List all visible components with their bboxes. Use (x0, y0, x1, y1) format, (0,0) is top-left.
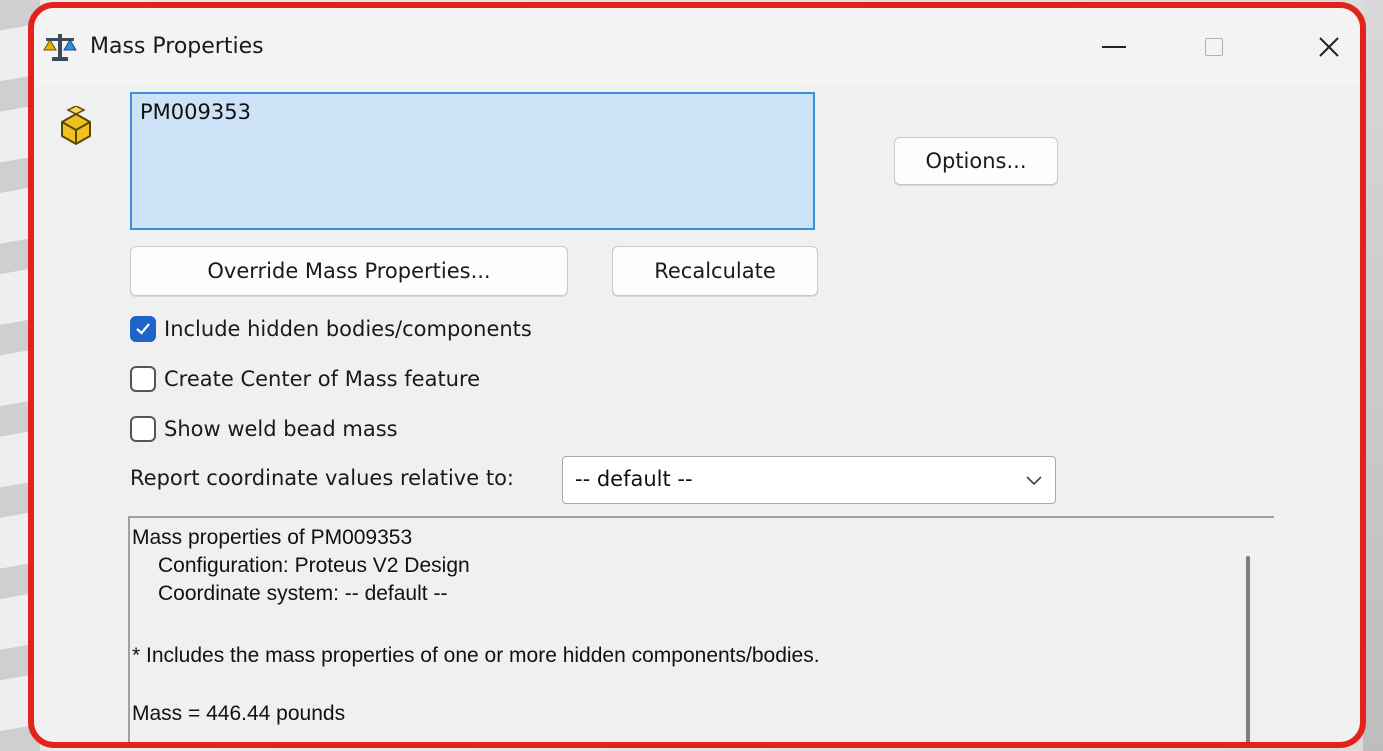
checkbox-unchecked[interactable] (130, 416, 156, 442)
maximize-icon (1205, 38, 1223, 56)
background-right (1363, 0, 1383, 751)
selection-list[interactable]: PM009353 (130, 92, 815, 230)
results-line: Configuration: Proteus V2 Design (158, 554, 470, 577)
create-center-of-mass-checkbox[interactable]: Create Center of Mass feature (130, 366, 480, 392)
results-line: Mass = 446.44 pounds (132, 702, 346, 725)
minimize-icon (1102, 46, 1126, 48)
dropdown-value: -- default -- (575, 467, 693, 491)
options-button[interactable]: Options... (894, 137, 1058, 185)
checkbox-unchecked[interactable] (130, 366, 156, 392)
results-text-area[interactable]: Mass properties of PM009353 Configuratio… (128, 516, 1274, 742)
mass-properties-dialog: Mass Properties PM009353 Options... Over… (28, 2, 1366, 748)
checkbox-checked[interactable] (130, 316, 156, 342)
scale-icon (43, 34, 77, 61)
results-line: Mass properties of PM009353 (132, 526, 413, 549)
minimize-button[interactable] (1084, 22, 1144, 72)
show-weld-bead-label: Show weld bead mass (164, 417, 398, 441)
results-line: Coordinate system: -- default -- (158, 582, 448, 605)
include-hidden-checkbox[interactable]: Include hidden bodies/components (130, 316, 532, 342)
title-bar[interactable]: Mass Properties (34, 8, 1360, 86)
coordinate-system-dropdown[interactable]: -- default -- (562, 456, 1056, 504)
include-hidden-label: Include hidden bodies/components (164, 317, 532, 341)
selected-part[interactable]: PM009353 (140, 100, 251, 124)
scrollbar-thumb[interactable] (1246, 556, 1250, 742)
override-mass-properties-button[interactable]: Override Mass Properties... (130, 246, 568, 296)
window-title: Mass Properties (90, 34, 264, 59)
close-button[interactable] (1299, 22, 1359, 72)
part-icon (61, 106, 91, 146)
create-center-of-mass-label: Create Center of Mass feature (164, 367, 481, 391)
chevron-down-icon (1026, 476, 1042, 486)
maximize-button[interactable] (1184, 22, 1244, 72)
close-icon (1319, 37, 1339, 57)
recalculate-button[interactable]: Recalculate (612, 246, 818, 296)
report-coordinate-label: Report coordinate values relative to: (130, 466, 514, 490)
show-weld-bead-checkbox[interactable]: Show weld bead mass (130, 416, 398, 442)
results-line: * Includes the mass properties of one or… (132, 644, 820, 667)
checkmark-icon (136, 323, 150, 335)
